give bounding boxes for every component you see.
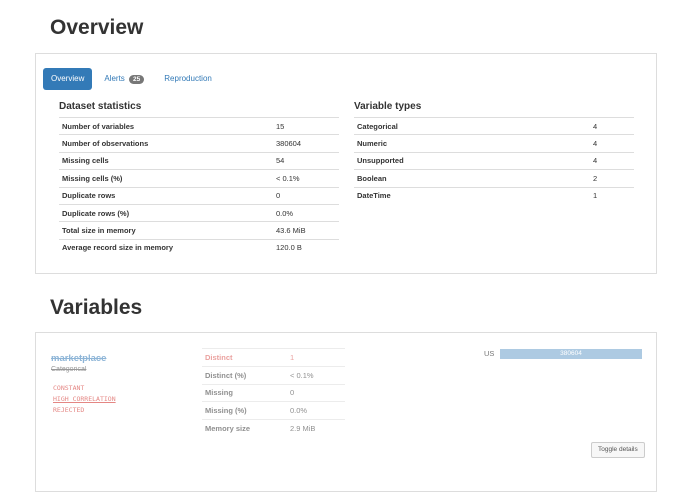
stat-label: Missing (%) [202,401,287,420]
stat-value: 0 [273,186,339,205]
variables-heading: Variables [50,296,143,319]
stat-value: 0.0% [273,203,339,222]
stat-value: 380604 [273,134,339,153]
stat-value: 120.0 B [273,238,339,257]
variable-card: marketplace Categorical CONSTANT HIGH CO… [35,332,657,492]
table-row: Total size in memory 43.6 MiB [59,221,339,240]
stat-label: Total size in memory [59,221,273,240]
tab-label: Overview [51,74,85,83]
stat-value: 0 [287,383,345,402]
table-row: Boolean 2 [354,169,634,188]
stat-label: Duplicate rows (%) [59,203,273,222]
tab-alerts[interactable]: Alerts 25 [96,68,152,90]
type-count: 4 [590,116,634,135]
table-row: Categorical 4 [354,116,634,135]
type-label: Categorical [354,116,590,135]
variable-stats-table: Distinct 1 Distinct (%) < 0.1% Missing 0 Mi… [202,348,345,437]
type-label: Boolean [354,169,590,188]
variable-name-link[interactable]: marketplace [51,353,106,364]
type-count: 4 [590,134,634,153]
type-count: 1 [590,186,634,204]
table-row: Unsupported 4 [354,151,634,170]
stat-label: Missing [202,383,287,402]
table-row: DateTime 1 [354,186,634,204]
tab-label: Alerts [104,74,125,83]
stat-label: Distinct [202,348,287,367]
table-row: Distinct 1 [202,348,345,367]
stat-label: Duplicate rows [59,186,273,205]
dataset-statistics-table: Number of variables 15 Number of observat… [59,116,339,257]
bar-category-label: US [484,349,495,358]
table-row: Missing (%) 0.0% [202,401,345,420]
table-row: Average record size in memory 120.0 B [59,238,339,257]
table-row: Missing 0 [202,383,345,402]
tab-overview[interactable]: Overview [43,68,93,90]
overview-panel: Overview Alerts 25 Reproduction Dataset … [35,53,657,274]
tag-constant: CONSTANT [53,384,85,392]
type-count: 4 [590,151,634,170]
stat-value: 15 [273,116,339,135]
stat-value: 54 [273,151,339,170]
type-label: Unsupported [354,151,590,170]
variable-type: Categorical [51,366,87,373]
type-label: DateTime [354,186,590,204]
table-row: Duplicate rows (%) 0.0% [59,203,339,222]
variable-tags: CONSTANT HIGH CORRELATION REJECTED [53,383,116,416]
tab-reproduction[interactable]: Reproduction [156,68,220,90]
stat-value: 43.6 MiB [273,221,339,240]
stat-label: Number of observations [59,134,273,153]
stat-value: 2.9 MiB [287,419,345,437]
variable-types-title: Variable types [354,101,422,112]
toggle-details-button[interactable]: Toggle details [591,442,645,458]
table-row: Number of observations 380604 [59,134,339,153]
stat-value: 1 [287,348,345,367]
frequency-bar-count: 380604 [560,350,582,357]
stat-label: Memory size [202,419,287,437]
stat-label: Distinct (%) [202,365,287,385]
stat-value: 0.0% [287,401,345,420]
stat-label: Missing cells [59,151,273,170]
variable-types-table: Categorical 4 Numeric 4 Unsupported 4 Boole… [354,116,634,204]
tag-high-correlation[interactable]: HIGH CORRELATION [53,394,116,405]
tag-rejected: REJECTED [53,406,85,414]
table-row: Duplicate rows 0 [59,186,339,205]
overview-heading: Overview [50,16,144,39]
table-row: Memory size 2.9 MiB [202,419,345,437]
stat-label: Number of variables [59,116,273,135]
table-row: Numeric 4 [354,134,634,153]
type-label: Numeric [354,134,590,153]
dataset-statistics-title: Dataset statistics [59,101,142,112]
type-count: 2 [590,169,634,188]
table-row: Missing cells (%) < 0.1% [59,169,339,188]
stat-value: < 0.1% [273,169,339,188]
stat-label: Missing cells (%) [59,169,273,188]
table-row: Number of variables 15 [59,116,339,135]
stat-label: Average record size in memory [59,238,273,257]
overview-tabs: Overview Alerts 25 Reproduction [43,68,224,90]
tab-label: Reproduction [164,74,212,83]
table-row: Missing cells 54 [59,151,339,170]
stat-value: < 0.1% [287,365,345,385]
alerts-count-badge: 25 [129,75,145,84]
table-row: Distinct (%) < 0.1% [202,365,345,385]
